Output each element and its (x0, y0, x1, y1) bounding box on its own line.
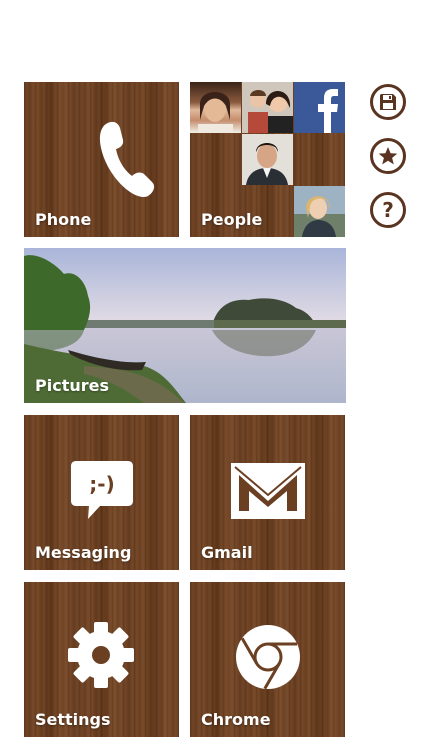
gmail-label: Gmail (201, 543, 253, 562)
contact-photo-woman (190, 82, 241, 133)
star-icon (378, 147, 398, 165)
contact-photo-man (242, 134, 293, 185)
help-glyph: ? (382, 198, 394, 222)
chrome-icon (236, 625, 300, 690)
phone-label: Phone (35, 210, 92, 229)
mail-envelope-icon (231, 463, 305, 519)
messaging-label: Messaging (35, 543, 132, 562)
phone-tile[interactable]: Phone (24, 82, 179, 237)
phone-icon (99, 121, 155, 197)
help-button[interactable]: ? (370, 192, 406, 228)
contact-photo-family (242, 82, 293, 133)
contact-photo-blonde (294, 186, 345, 237)
pictures-tile[interactable]: Pictures (24, 248, 346, 403)
emoticon-text: ;-) (89, 472, 114, 496)
chrome-tile[interactable]: Chrome (190, 582, 345, 737)
help-icon: ? (382, 198, 394, 222)
save-button[interactable] (370, 84, 406, 120)
people-tile[interactable]: People (190, 82, 345, 237)
pictures-label: Pictures (35, 376, 109, 395)
gmail-tile[interactable]: Gmail (190, 415, 345, 570)
message-bubble-icon: ;-) (71, 461, 133, 519)
save-icon (380, 94, 396, 110)
gear-icon (68, 622, 134, 688)
messaging-tile[interactable]: ;-) Messaging (24, 415, 179, 570)
settings-tile[interactable]: Settings (24, 582, 179, 737)
people-label: People (201, 210, 263, 229)
facebook-icon (294, 82, 345, 133)
favorite-button[interactable] (370, 138, 406, 174)
